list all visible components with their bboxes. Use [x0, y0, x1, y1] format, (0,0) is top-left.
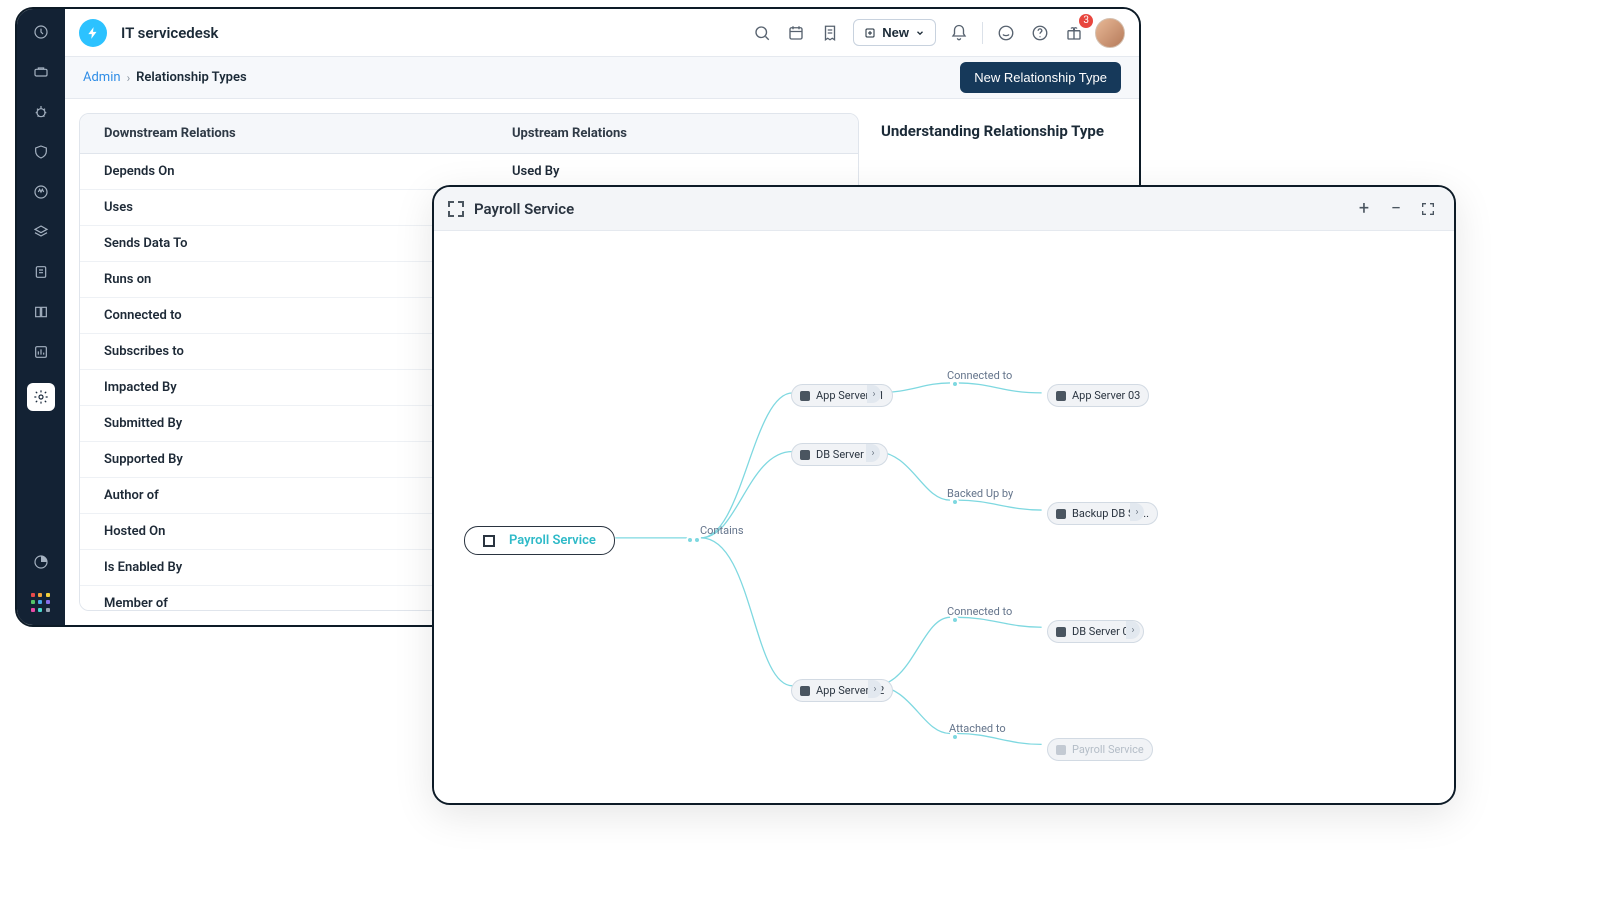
rel-label-backedup: Backed Up by [947, 487, 1013, 500]
user-avatar[interactable] [1095, 18, 1125, 48]
server-icon [800, 686, 810, 696]
downstream-cell: Subscribes to [80, 334, 488, 370]
chevron-down-icon [915, 28, 925, 38]
ticket-icon[interactable] [32, 63, 50, 81]
notes-icon[interactable] [815, 18, 845, 48]
book-icon[interactable] [32, 303, 50, 321]
apps-grid-icon[interactable] [31, 593, 51, 613]
shield-icon[interactable] [32, 143, 50, 161]
downstream-cell: Runs on [80, 262, 488, 298]
downstream-cell: Is Enabled By [80, 550, 488, 586]
info-panel-title: Understanding Relationship Type [881, 121, 1121, 142]
rel-label-connected-2: Connected to [947, 605, 1012, 618]
downstream-cell: Sends Data To [80, 226, 488, 262]
relationship-map-window: Payroll Service + − [432, 185, 1456, 805]
new-button-label: New [882, 25, 909, 40]
breadcrumb-sep: › [127, 71, 131, 85]
top-bar: IT servicedesk New 3 [65, 9, 1139, 57]
service-icon [1056, 745, 1066, 755]
downstream-cell: Uses [80, 190, 488, 226]
server-icon [800, 391, 810, 401]
map-header: Payroll Service + − [434, 187, 1454, 231]
help-icon[interactable] [1025, 18, 1055, 48]
map-canvas[interactable]: Contains Connected to Backed Up by Conne… [434, 231, 1454, 803]
node-root[interactable]: Payroll Service [464, 526, 615, 555]
downstream-cell: Depends On [80, 154, 488, 190]
service-icon [448, 201, 464, 217]
server-icon [1056, 509, 1066, 519]
asset-icon[interactable] [32, 263, 50, 281]
downstream-cell: Submitted By [80, 406, 488, 442]
server-icon [800, 450, 810, 460]
breadcrumb-current: Relationship Types [136, 70, 246, 85]
fullscreen-icon[interactable] [1416, 197, 1440, 221]
node-label: Payroll Service [1072, 743, 1144, 756]
left-nav-rail [17, 9, 65, 625]
node-payroll-dim[interactable]: Payroll Service [1047, 738, 1153, 761]
downstream-cell: Supported By [80, 442, 488, 478]
rel-label-attached: Attached to [949, 722, 1006, 735]
brand-logo[interactable] [79, 19, 107, 47]
server-icon [1056, 391, 1066, 401]
new-relationship-type-button[interactable]: New Relationship Type [960, 62, 1121, 93]
bug-icon[interactable] [32, 103, 50, 121]
calendar-icon[interactable] [781, 18, 811, 48]
map-title: Payroll Service [474, 200, 574, 218]
downstream-cell: Impacted By [80, 370, 488, 406]
node-app-server-03[interactable]: App Server 03 [1047, 384, 1149, 407]
downstream-cell: Connected to [80, 298, 488, 334]
analytics-icon[interactable] [32, 343, 50, 361]
downstream-cell: Hosted On [80, 514, 488, 550]
service-icon [483, 535, 495, 547]
node-root-label: Payroll Service [509, 533, 596, 548]
layers-icon[interactable] [32, 223, 50, 241]
support-icon[interactable] [991, 18, 1021, 48]
downstream-header: Downstream Relations [80, 114, 488, 154]
bell-icon[interactable] [944, 18, 974, 48]
rel-label-contains: Contains [700, 524, 744, 537]
breadcrumb-admin[interactable]: Admin [83, 70, 121, 85]
zoom-in-icon[interactable]: + [1352, 197, 1376, 221]
new-button[interactable]: New [853, 19, 936, 46]
upstream-header: Upstream Relations [488, 114, 858, 154]
breadcrumb-row: Admin › Relationship Types New Relations… [65, 57, 1139, 99]
freshworks-icon[interactable] [32, 553, 50, 571]
server-icon [1056, 627, 1066, 637]
change-icon[interactable] [32, 183, 50, 201]
search-icon[interactable] [747, 18, 777, 48]
zoom-out-icon[interactable]: − [1384, 197, 1408, 221]
admin-gear-icon[interactable] [27, 383, 55, 411]
downstream-cell: Author of [80, 478, 488, 514]
dashboard-icon[interactable] [32, 23, 50, 41]
gift-icon[interactable]: 3 [1059, 18, 1089, 48]
downstream-cell: Member of [80, 586, 488, 612]
rel-label-connected-1: Connected to [947, 369, 1012, 382]
gift-badge: 3 [1079, 14, 1093, 28]
node-label: App Server 03 [1072, 389, 1140, 402]
app-name: IT servicedesk [121, 24, 218, 42]
